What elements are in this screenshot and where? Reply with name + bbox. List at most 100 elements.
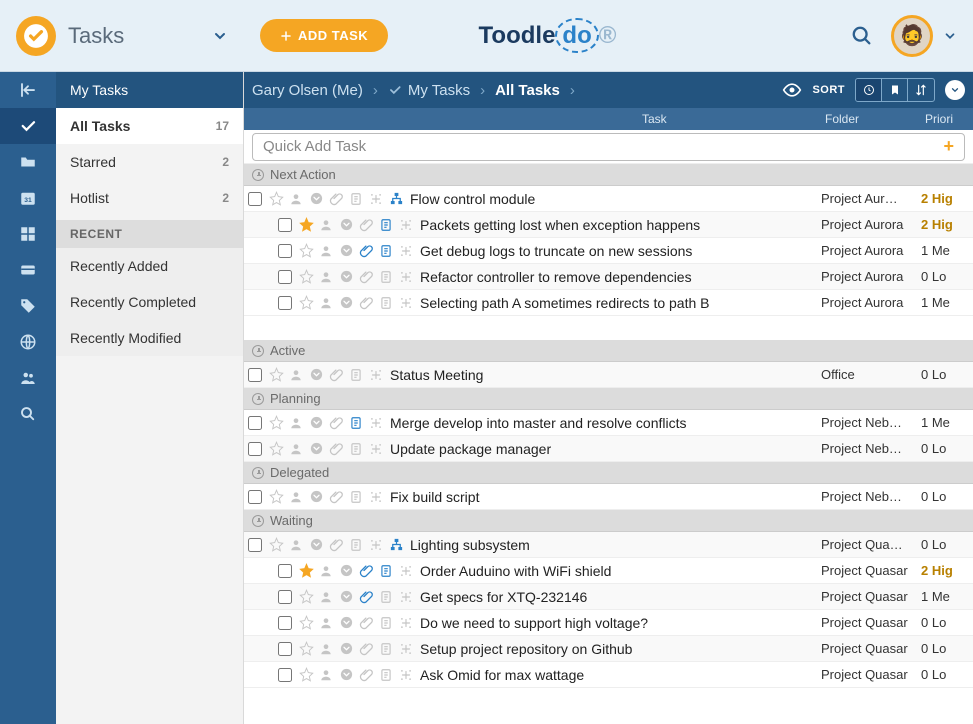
- task-row[interactable]: Ask Omid for max wattageProject Quasar0 …: [244, 662, 973, 688]
- rail-people[interactable]: [0, 360, 56, 396]
- section-header[interactable]: Planning: [244, 388, 973, 410]
- star-icon[interactable]: [266, 489, 286, 504]
- task-row[interactable]: Status MeetingOffice0 Lo: [244, 362, 973, 388]
- person-icon[interactable]: [286, 538, 306, 552]
- person-icon[interactable]: [316, 244, 336, 258]
- expand-icon[interactable]: [336, 589, 356, 604]
- expand-icon[interactable]: [336, 243, 356, 258]
- rail-folder[interactable]: [0, 144, 56, 180]
- add-subtask-icon[interactable]: [396, 218, 416, 232]
- expand-icon[interactable]: [336, 295, 356, 310]
- col-task[interactable]: Task: [642, 112, 825, 126]
- task-priority[interactable]: 0 Lo: [921, 615, 969, 630]
- task-checkbox[interactable]: [274, 564, 296, 578]
- person-icon[interactable]: [316, 564, 336, 578]
- task-checkbox[interactable]: [274, 244, 296, 258]
- header-search-button[interactable]: [851, 25, 873, 47]
- more-button[interactable]: [945, 80, 965, 100]
- add-subtask-icon[interactable]: [396, 564, 416, 578]
- crumb-mytasks[interactable]: My Tasks: [388, 82, 470, 99]
- task-checkbox[interactable]: [244, 538, 266, 552]
- star-icon[interactable]: [296, 269, 316, 284]
- task-folder[interactable]: Project Neb…: [821, 415, 921, 430]
- sidebar-item[interactable]: Starred2: [56, 144, 243, 180]
- note-icon[interactable]: [376, 564, 396, 578]
- task-folder[interactable]: Project Aur…: [821, 191, 921, 206]
- task-folder[interactable]: Project Quasar: [821, 589, 921, 604]
- sidebar-item[interactable]: All Tasks17: [56, 108, 243, 144]
- note-icon[interactable]: [376, 218, 396, 232]
- add-subtask-icon[interactable]: [396, 244, 416, 258]
- task-row[interactable]: Get specs for XTQ-232146Project Quasar1 …: [244, 584, 973, 610]
- expand-icon[interactable]: [306, 537, 326, 552]
- task-checkbox[interactable]: [274, 218, 296, 232]
- rail-search[interactable]: [0, 396, 56, 432]
- star-icon[interactable]: [266, 537, 286, 552]
- task-folder[interactable]: Office: [821, 367, 921, 382]
- section-header[interactable]: Next Action: [244, 164, 973, 186]
- rail-card[interactable]: [0, 252, 56, 288]
- sort-order-button[interactable]: [908, 79, 934, 101]
- sidebar-item[interactable]: Recently Modified: [56, 320, 243, 356]
- note-icon[interactable]: [376, 244, 396, 258]
- task-row[interactable]: Do we need to support high voltage?Proje…: [244, 610, 973, 636]
- expand-icon[interactable]: [336, 269, 356, 284]
- section-header[interactable]: Waiting: [244, 510, 973, 532]
- person-icon[interactable]: [316, 270, 336, 284]
- rail-tag[interactable]: [0, 288, 56, 324]
- task-checkbox[interactable]: [274, 642, 296, 656]
- task-priority[interactable]: 1 Me: [921, 589, 969, 604]
- expand-icon[interactable]: [306, 415, 326, 430]
- crumb-alltasks[interactable]: All Tasks: [495, 82, 560, 99]
- star-icon[interactable]: [296, 563, 316, 578]
- task-priority[interactable]: 0 Lo: [921, 269, 969, 284]
- attachment-icon[interactable]: [356, 563, 376, 578]
- person-icon[interactable]: [286, 416, 306, 430]
- add-subtask-icon[interactable]: [366, 368, 386, 382]
- task-priority[interactable]: 1 Me: [921, 415, 969, 430]
- add-subtask-icon[interactable]: [366, 416, 386, 430]
- attachment-icon[interactable]: [326, 415, 346, 430]
- task-priority[interactable]: 2 Hig: [921, 217, 969, 232]
- task-checkbox[interactable]: [244, 192, 266, 206]
- sidebar-item[interactable]: Recently Completed: [56, 284, 243, 320]
- section-header[interactable]: Delegated: [244, 462, 973, 484]
- star-icon[interactable]: [296, 217, 316, 232]
- task-folder[interactable]: Project Aurora: [821, 217, 921, 232]
- attachment-icon[interactable]: [326, 537, 346, 552]
- task-row[interactable]: Setup project repository on GithubProjec…: [244, 636, 973, 662]
- task-checkbox[interactable]: [244, 442, 266, 456]
- attachment-icon[interactable]: [326, 489, 346, 504]
- rail-grid[interactable]: [0, 216, 56, 252]
- note-icon[interactable]: [346, 368, 366, 382]
- visibility-button[interactable]: [782, 80, 802, 100]
- task-priority[interactable]: 0 Lo: [921, 489, 969, 504]
- task-row[interactable]: Order Auduino with WiFi shieldProject Qu…: [244, 558, 973, 584]
- task-checkbox[interactable]: [274, 270, 296, 284]
- task-folder[interactable]: Project Qua…: [821, 537, 921, 552]
- task-priority[interactable]: 1 Me: [921, 295, 969, 310]
- add-subtask-icon[interactable]: [396, 668, 416, 682]
- add-subtask-icon[interactable]: [366, 192, 386, 206]
- task-priority[interactable]: 2 Hig: [921, 191, 969, 206]
- add-subtask-icon[interactable]: [366, 490, 386, 504]
- person-icon[interactable]: [316, 218, 336, 232]
- task-folder[interactable]: Project Aurora: [821, 295, 921, 310]
- quick-add-input[interactable]: Quick Add Task +: [252, 133, 965, 161]
- attachment-icon[interactable]: [356, 615, 376, 630]
- star-icon[interactable]: [266, 367, 286, 382]
- attachment-icon[interactable]: [356, 217, 376, 232]
- task-row[interactable]: Selecting path A sometimes redirects to …: [244, 290, 973, 316]
- task-folder[interactable]: Project Neb…: [821, 441, 921, 456]
- star-icon[interactable]: [296, 589, 316, 604]
- note-icon[interactable]: [346, 442, 366, 456]
- task-row[interactable]: Refactor controller to remove dependenci…: [244, 264, 973, 290]
- attachment-icon[interactable]: [356, 589, 376, 604]
- person-icon[interactable]: [286, 368, 306, 382]
- task-folder[interactable]: Project Quasar: [821, 667, 921, 682]
- expand-icon[interactable]: [306, 489, 326, 504]
- note-icon[interactable]: [376, 296, 396, 310]
- task-checkbox[interactable]: [274, 668, 296, 682]
- sidebar-item[interactable]: Hotlist2: [56, 180, 243, 216]
- note-icon[interactable]: [376, 590, 396, 604]
